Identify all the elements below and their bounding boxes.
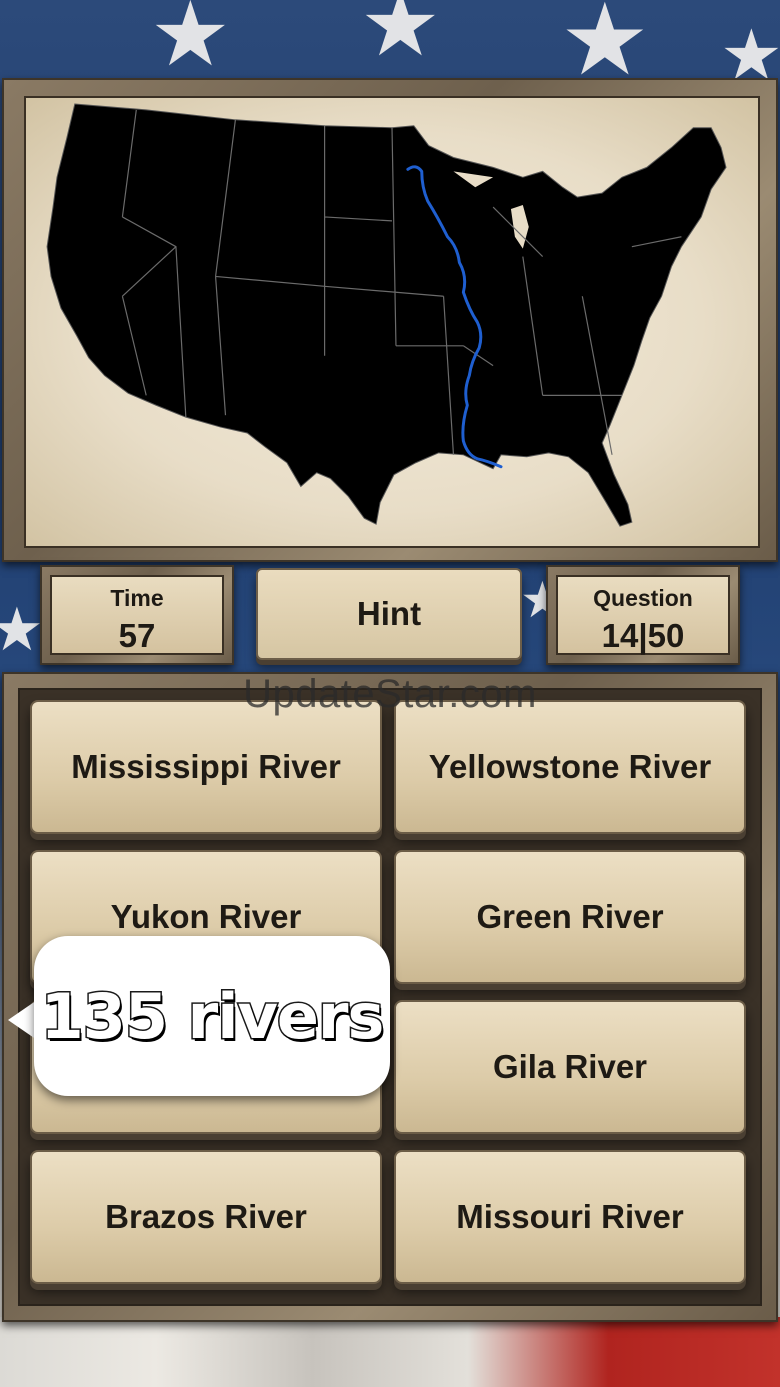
promo-speech-bubble: 135 rivers (34, 936, 390, 1096)
question-counter: 14|50 (601, 617, 685, 654)
map-frame (2, 78, 778, 562)
answer-button-1[interactable]: Mississippi River (30, 700, 382, 834)
question-panel: Question 14|50 (546, 565, 740, 665)
star-icon: ★ (360, 0, 441, 77)
hint-button[interactable]: Hint (256, 568, 522, 660)
answer-button-8[interactable]: Missouri River (394, 1150, 746, 1284)
usa-landmass (46, 103, 727, 527)
star-icon: ★ (560, 0, 650, 98)
promo-text: 135 rivers (39, 978, 386, 1054)
answer-button-2[interactable]: Yellowstone River (394, 700, 746, 834)
star-icon: ★ (0, 595, 44, 665)
answer-button-4[interactable]: Green River (394, 850, 746, 984)
flag-stripes (0, 1317, 780, 1387)
usa-map (46, 103, 727, 527)
answer-button-7[interactable]: Brazos River (30, 1150, 382, 1284)
time-value: 57 (118, 617, 156, 654)
answer-button-6[interactable]: Gila River (394, 1000, 746, 1134)
time-panel: Time 57 (40, 565, 234, 665)
time-label: Time (110, 585, 164, 611)
star-icon: ★ (150, 0, 231, 87)
map-area (24, 96, 760, 548)
question-label: Question (593, 585, 693, 611)
